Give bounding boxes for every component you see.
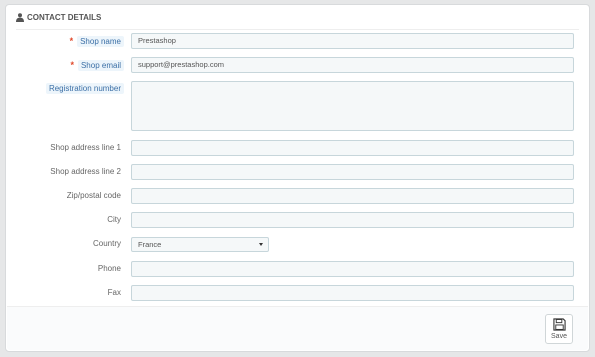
address2-input[interactable] <box>131 164 574 180</box>
postcode-label: Zip/postal code <box>66 191 121 200</box>
country-select[interactable]: France <box>131 237 269 252</box>
contact-details-panel: CONTACT DETAILS * Shop name Prestashop * S… <box>5 4 590 352</box>
shop-name-label: * Shop name <box>70 34 124 49</box>
required-marker: * <box>69 36 74 46</box>
country-selected-value: France <box>138 240 162 249</box>
floppy-disk-icon <box>552 318 566 331</box>
address1-input[interactable] <box>131 140 574 156</box>
address2-label: Shop address line 2 <box>50 167 121 176</box>
shop-name-input[interactable]: Prestashop <box>131 33 574 49</box>
panel-footer: Save <box>7 306 588 350</box>
address1-label: Shop address line 1 <box>50 143 121 152</box>
save-label: Save <box>551 333 567 340</box>
caret-down-icon <box>259 243 263 246</box>
city-input[interactable] <box>131 212 574 228</box>
panel-title: CONTACT DETAILS <box>27 12 102 22</box>
postcode-input[interactable] <box>131 188 574 204</box>
country-label: Country <box>92 239 121 248</box>
fax-input[interactable] <box>131 285 574 301</box>
shop-email-label: * Shop email <box>70 58 124 73</box>
phone-label: Phone <box>97 264 121 273</box>
city-label: City <box>107 215 121 224</box>
registration-number-label: Registration number <box>45 82 124 96</box>
fax-label: Fax <box>107 288 121 297</box>
save-button[interactable]: Save <box>545 314 573 344</box>
user-icon <box>16 12 24 22</box>
phone-input[interactable] <box>131 261 574 277</box>
shop-email-input[interactable]: support@prestashop.com <box>131 57 574 73</box>
registration-number-textarea[interactable] <box>131 81 574 131</box>
required-marker: * <box>70 60 74 70</box>
panel-heading: CONTACT DETAILS <box>16 5 579 30</box>
